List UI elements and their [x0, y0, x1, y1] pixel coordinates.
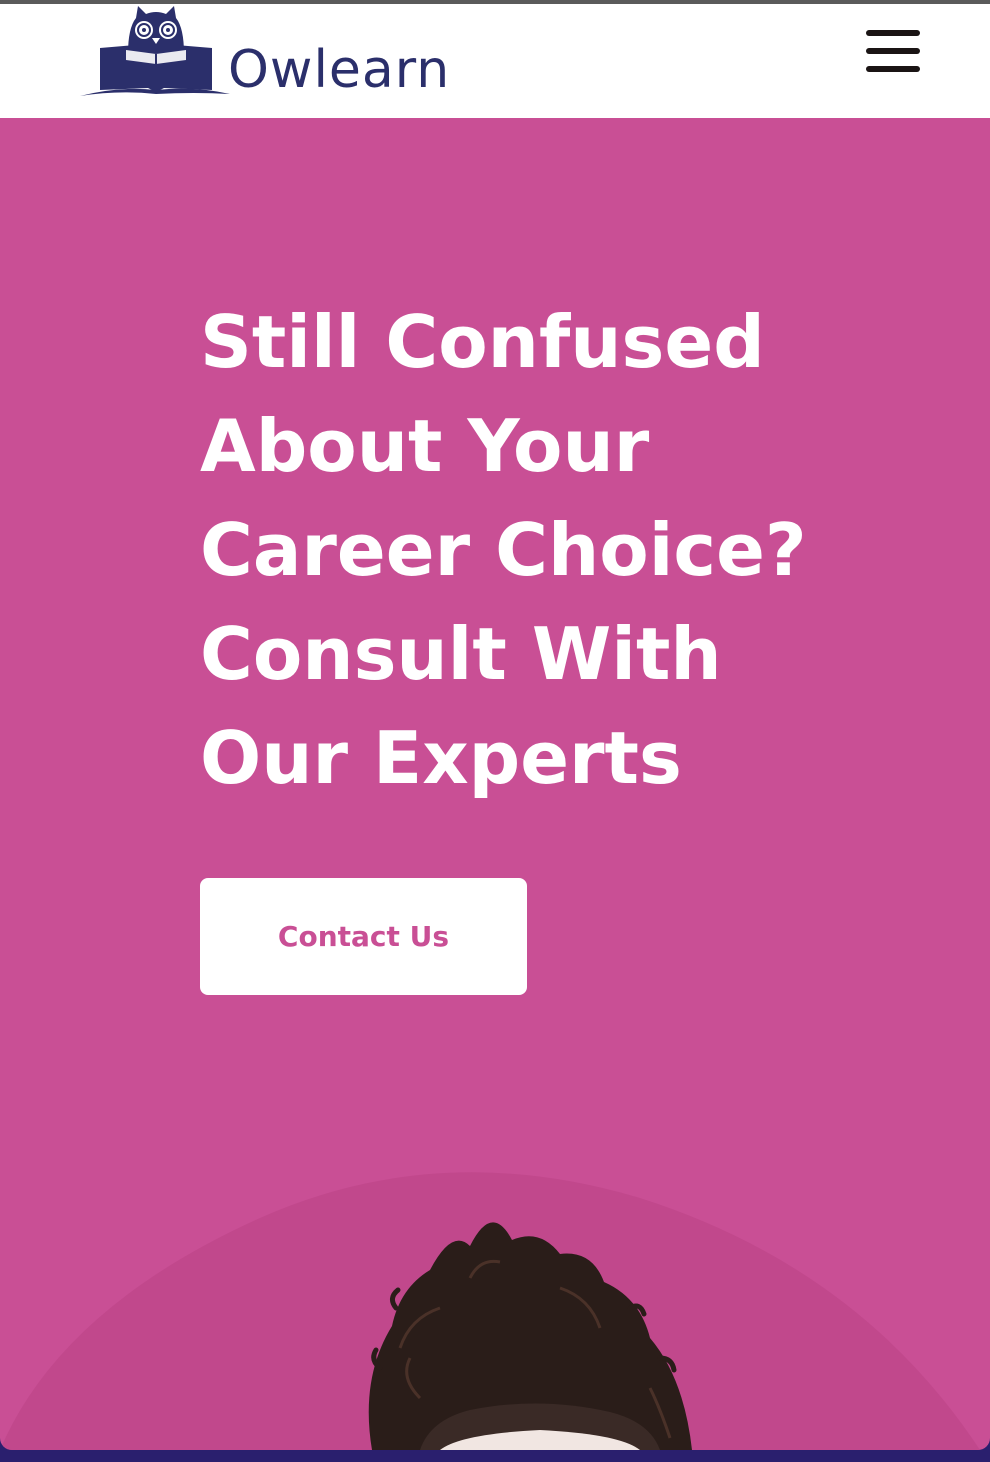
hero-title-line: Still Confused [200, 300, 765, 384]
hero-title-line: Our Experts [200, 716, 682, 800]
hero-title-line: Consult With [200, 612, 722, 696]
hamburger-menu-icon [866, 30, 920, 72]
site-header: Owlearn [0, 4, 990, 118]
hero-title-line: About Your [200, 404, 650, 488]
owl-logo-icon [80, 6, 230, 96]
logo-wordmark: Owlearn [228, 40, 451, 100]
page: Owlearn Still Confused About Your Career… [0, 0, 990, 1462]
logo-link[interactable]: Owlearn [78, 4, 478, 108]
contact-us-button[interactable]: Contact Us [200, 878, 527, 995]
hero-section: Still Confused About Your Career Choice?… [0, 118, 990, 1450]
hero-title-line: Career Choice? [200, 508, 807, 592]
hamburger-menu-button[interactable] [860, 26, 926, 84]
hero-illustration [0, 1172, 980, 1450]
hero-title: Still Confused About Your Career Choice?… [200, 290, 900, 810]
